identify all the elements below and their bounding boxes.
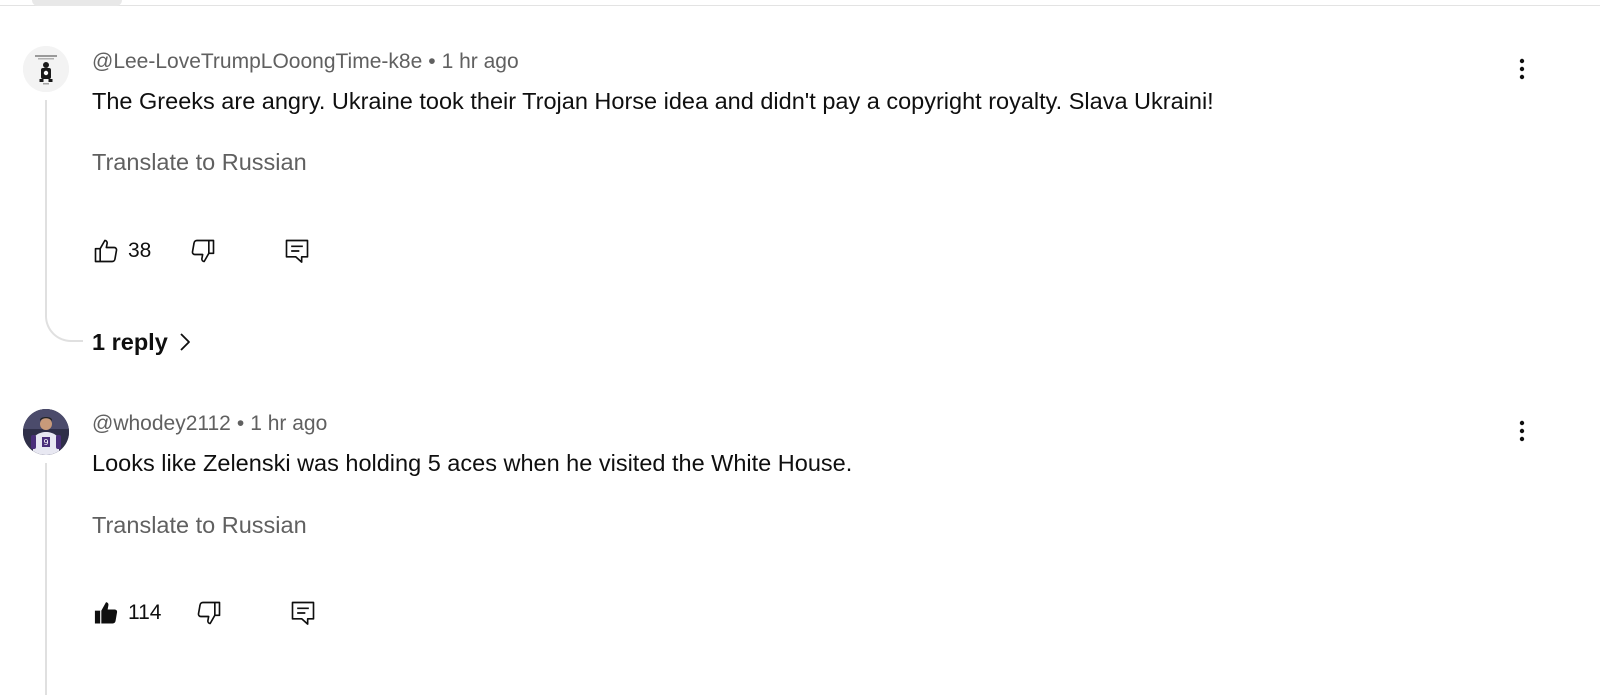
dislike-button[interactable] (189, 237, 217, 265)
comment-text: Looks like Zelenski was holding 5 aces w… (92, 450, 853, 476)
comment-time[interactable]: 1 hr ago (250, 412, 327, 435)
chevron-right-icon (180, 333, 190, 351)
more-actions-button[interactable] (1512, 415, 1532, 447)
more-actions-button[interactable] (1512, 53, 1532, 85)
football-player-avatar-icon: 9 (23, 409, 69, 455)
translate-button[interactable]: Translate to Russian (92, 510, 307, 540)
like-button[interactable] (92, 599, 120, 627)
comment-meta: @Lee-LoveTrumpLOoongTime-k8e • 1 hr ago (92, 49, 519, 75)
reply-comment-icon (286, 239, 309, 263)
comment-meta: @whodey2112 • 1 hr ago (92, 411, 327, 437)
dislike-button[interactable] (195, 599, 223, 627)
thread-line (45, 463, 47, 695)
author-handle[interactable]: @Lee-LoveTrumpLOoongTime-k8e (92, 50, 422, 73)
reply-comment-icon (292, 601, 315, 625)
comment-text: The Greeks are angry. Ukraine took their… (92, 88, 1214, 114)
avatar[interactable]: 9 (23, 409, 69, 455)
view-replies-button[interactable]: 1 reply (92, 327, 192, 357)
like-count: 38 (128, 239, 152, 262)
replies-count: 1 reply (92, 329, 168, 355)
thread-connector (45, 314, 83, 342)
top-divider (0, 5, 1600, 6)
comment-actions: 38 (92, 235, 311, 267)
three-dots-vertical-icon (1519, 58, 1525, 80)
svg-text:9: 9 (43, 438, 48, 447)
thumbs-down-icon (198, 601, 221, 625)
meta-separator: • (428, 50, 436, 73)
thumbs-up-icon (94, 239, 118, 263)
avatar[interactable] (23, 46, 69, 92)
person-silhouette-avatar-icon (23, 46, 69, 92)
reply-button[interactable] (283, 237, 311, 265)
reply-button[interactable] (289, 599, 317, 627)
three-dots-vertical-icon (1519, 420, 1525, 442)
author-handle[interactable]: @whodey2112 (92, 412, 231, 435)
comment-time[interactable]: 1 hr ago (442, 50, 519, 73)
thumbs-down-icon (192, 239, 215, 263)
like-button[interactable] (92, 237, 120, 265)
comment-actions: 114 (92, 597, 317, 629)
like-count: 114 (128, 601, 162, 624)
thumbs-up-filled-icon (94, 602, 118, 624)
top-tab-shape (32, 0, 122, 6)
thread-line (45, 100, 47, 314)
meta-separator: • (236, 412, 245, 435)
translate-button[interactable]: Translate to Russian (92, 147, 307, 177)
